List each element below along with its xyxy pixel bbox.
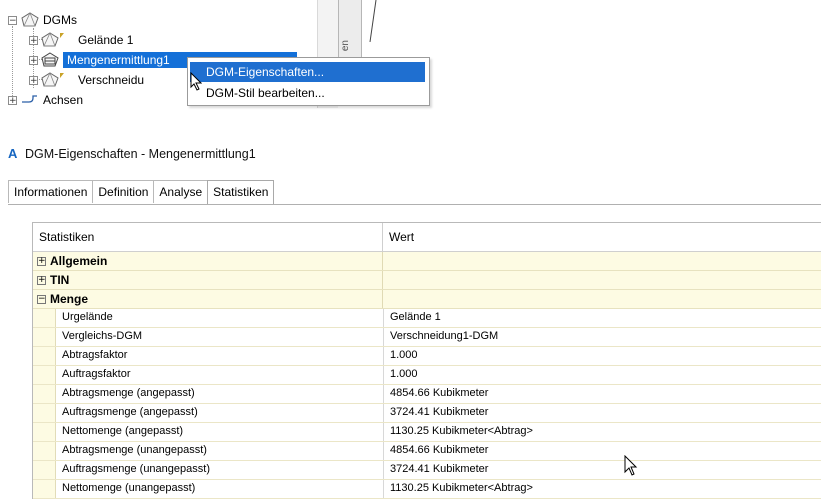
property-name: Nettomenge (angepasst) [56,423,384,441]
group-row-allgemein[interactable]: + Allgemein [33,252,821,271]
tree-label-gelaende: Gelände 1 [78,33,134,47]
mouse-cursor-icon [190,71,203,94]
tree-label-achsen: Achsen [43,93,84,107]
table-row[interactable]: Auftragsmenge (angepasst) 3724.41 Kubikme… [33,404,821,423]
table-row[interactable]: Nettomenge (unangepasst) 1130.25 Kubikmet… [33,480,821,499]
property-value: 3724.41 Kubikmeter [384,404,821,422]
property-name: Urgelände [56,309,384,327]
tab-statistiken[interactable]: Statistiken [207,180,275,205]
table-row[interactable]: Abtragsfaktor 1.000 [33,347,821,366]
expand-toggle[interactable]: + [29,35,38,45]
dialog-title-bar: A DGM-Eigenschaften - Mengenermittlung1 [8,147,256,161]
property-name: Abtragsfaktor [56,347,384,365]
property-name: Abtragsmenge (angepasst) [56,385,384,403]
tree-node-achsen[interactable]: + Achsen [8,91,83,109]
mouse-cursor-icon [624,454,638,480]
statistics-grid: Statistiken Wert + Allgemein + TIN − Menge … [32,222,821,499]
group-row-menge[interactable]: − Menge [33,290,821,309]
tab-strip: Informationen Definition Analyse Statist… [8,180,275,205]
table-row[interactable]: Nettomenge (angepasst) 1130.25 Kubikmeter… [33,423,821,442]
property-value: Gelände 1 [384,309,821,327]
property-name: Auftragsmenge (angepasst) [56,404,384,422]
alignment-icon [21,93,39,108]
property-value: 1130.25 Kubikmeter<Abtrag> [384,480,821,498]
surface-icon [41,72,65,88]
column-header-wert[interactable]: Wert [383,223,821,251]
tab-divider [8,204,821,205]
column-header-statistiken[interactable]: Statistiken [33,223,383,251]
group-row-tin[interactable]: + TIN [33,271,821,290]
property-name: Auftragsmenge (unangepasst) [56,461,384,479]
table-row[interactable]: Urgelände Gelände 1 [33,309,821,328]
table-row[interactable]: Abtragsmenge (angepasst) 4854.66 Kubikmet… [33,385,821,404]
tab-informationen[interactable]: Informationen [8,180,94,203]
tree-label-dgms: DGMs [43,13,77,27]
tab-definition[interactable]: Definition [92,180,155,203]
dialog-title: DGM-Eigenschaften - Mengenermittlung1 [25,147,256,161]
tab-analyse[interactable]: Analyse [153,180,209,203]
table-row[interactable]: Vergleichs-DGM Verschneidung1-DGM [33,328,821,347]
tree-node-dgms[interactable]: − DGMs [8,11,77,29]
group-label: TIN [50,273,70,287]
table-row[interactable]: Abtragsmenge (unangepasst) 4854.66 Kubikm… [33,442,821,461]
context-menu: DGM-Eigenschaften... DGM-Stil bearbeiten… [187,57,430,106]
surface-icon [41,32,65,48]
group-label: Menge [50,292,89,306]
table-row[interactable]: Auftragsfaktor 1.000 [33,366,821,385]
menu-item-dgm-eigenschaften[interactable]: DGM-Eigenschaften... [190,62,425,82]
grid-header: Statistiken Wert [33,223,821,252]
menu-item-dgm-stil-bearbeiten[interactable]: DGM-Stil bearbeiten... [190,83,425,103]
property-value: 4854.66 Kubikmeter [384,442,821,460]
collapse-box-icon[interactable]: − [37,294,46,304]
expand-box-icon[interactable]: + [37,275,46,285]
property-value: 3724.41 Kubikmeter [384,461,821,479]
property-value: 1.000 [384,347,821,365]
property-name: Auftragsfaktor [56,366,384,384]
collapse-toggle[interactable]: − [8,15,17,25]
table-row[interactable]: Auftragsmenge (unangepasst) 3724.41 Kubik… [33,461,821,480]
expand-box-icon[interactable]: + [37,256,46,266]
property-name: Vergleichs-DGM [56,328,384,346]
surface-folder-icon [21,12,39,28]
property-value: 4854.66 Kubikmeter [384,385,821,403]
tree-node-verschneidung[interactable]: + Verschneidu [29,71,144,89]
group-label: Allgemein [50,254,108,268]
expand-toggle[interactable]: + [29,75,38,85]
volume-surface-icon [41,52,59,68]
tree-node-gelaende[interactable]: + Gelände 1 [29,31,133,49]
property-value: 1130.25 Kubikmeter<Abtrag> [384,423,821,441]
property-value: 1.000 [384,366,821,384]
tree-label-verschneidung: Verschneidu [78,73,145,87]
expand-toggle[interactable]: + [29,55,38,65]
property-value: Verschneidung1-DGM [384,328,821,346]
autocad-app-icon: A [8,146,18,161]
property-name: Nettomenge (unangepasst) [56,480,384,498]
expand-toggle[interactable]: + [8,95,17,105]
vertical-tab-label: en [340,40,351,52]
property-name: Abtragsmenge (unangepasst) [56,442,384,460]
canvas-line [366,0,378,43]
